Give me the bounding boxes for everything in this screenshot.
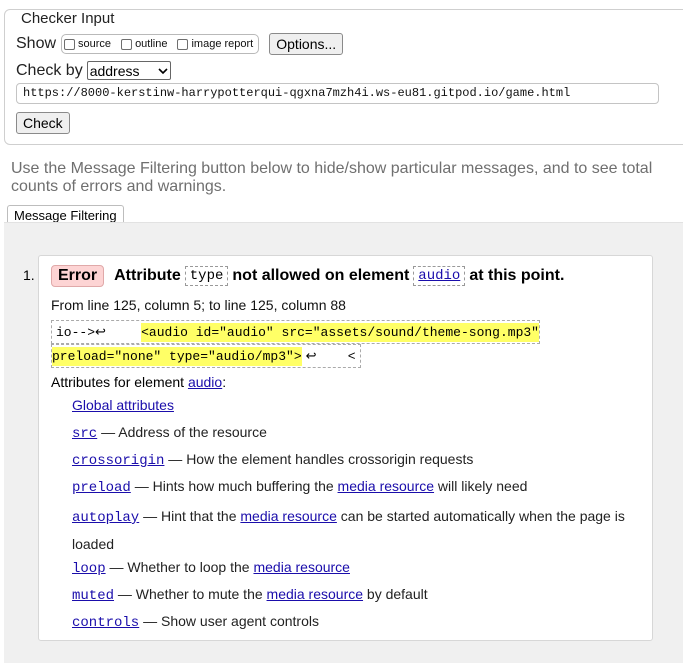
attribute-item-muted: muted — Whether to mute the media resour…: [72, 584, 632, 611]
image-report-checkbox[interactable]: [177, 38, 189, 50]
show-label: Show: [16, 35, 57, 52]
options-button[interactable]: Options...: [269, 33, 344, 55]
check-by-label: Check by: [16, 61, 83, 79]
check-by-row: Check by address: [16, 61, 171, 80]
image-report-option[interactable]: image report: [177, 38, 253, 50]
attribute-item-preload: preload — Hints how much buffering the m…: [72, 476, 632, 503]
help-text: Use the Message Filtering button below t…: [11, 160, 653, 195]
check-by-value: address: [89, 62, 140, 79]
message-text-3: at this point.: [469, 267, 565, 284]
crossorigin-link[interactable]: crossorigin: [72, 453, 164, 469]
src-link[interactable]: src: [72, 426, 97, 442]
controls-link[interactable]: controls: [72, 615, 139, 631]
media-resource-link[interactable]: media resource: [253, 559, 350, 575]
outline-option[interactable]: outline: [121, 38, 167, 50]
attributes-intro-text: Attributes for element: [51, 374, 188, 390]
loop-link[interactable]: loop: [72, 561, 106, 577]
check-button[interactable]: Check: [16, 112, 70, 134]
attribute-item-crossorigin: crossorigin — How the element handles cr…: [72, 449, 632, 476]
loop-desc: — Whether to loop the: [105, 559, 254, 575]
muted-desc: — Whether to mute the: [114, 586, 267, 602]
extract-highlight-1: <audio id="audio" src="assets/sound/them…: [141, 322, 539, 342]
media-resource-link[interactable]: media resource: [240, 508, 337, 524]
attributes-intro-colon: :: [222, 374, 227, 390]
error-message-card: Error Attribute type not allowed on elem…: [38, 255, 653, 641]
preload-desc: — Hints how much buffering the: [130, 478, 338, 494]
message-text-1: Attribute: [114, 267, 181, 284]
media-resource-link[interactable]: media resource: [338, 478, 435, 494]
check-by-select[interactable]: address: [86, 61, 171, 80]
attribute-item-src: src — Address of the resource: [72, 422, 632, 449]
muted-link[interactable]: muted: [72, 588, 114, 604]
source-option-label: source: [78, 38, 112, 50]
source-checkbox[interactable]: [64, 38, 76, 50]
url-input[interactable]: https://8000-kerstinw-harrypotterqui-qgx…: [16, 83, 659, 104]
show-options-group: source outline image report: [61, 34, 260, 54]
autoplay-link[interactable]: autoplay: [72, 510, 139, 526]
message-location: From line 125, column 5; to line 125, co…: [51, 297, 346, 313]
global-attributes-link[interactable]: Global attributes: [72, 397, 174, 413]
message-heading: Error Attribute type not allowed on elem…: [51, 265, 564, 287]
preload-desc-2: will likely need: [434, 478, 528, 494]
attribute-code: type: [184, 266, 229, 286]
outline-checkbox[interactable]: [121, 38, 133, 50]
controls-desc: — Show user agent controls: [139, 613, 319, 629]
source-extract-line-1: io-->↩ <audio id="audio" src="assets/sou…: [51, 320, 540, 344]
source-extract-line-2: preload="none" type="audio/mp3"> ↩ <: [51, 344, 361, 368]
show-row: Show source outline image report Options…: [16, 33, 344, 55]
checker-input-legend: Checker Input: [19, 10, 117, 27]
attribute-item-loop: loop — Whether to loop the media resourc…: [72, 557, 632, 584]
error-badge: Error: [51, 265, 105, 287]
image-report-option-label: image report: [191, 38, 254, 50]
muted-desc-2: by default: [363, 586, 428, 602]
message-number: 1.: [23, 267, 35, 283]
source-option[interactable]: source: [64, 38, 111, 50]
src-desc: — Address of the resource: [97, 424, 267, 440]
message-text-2: not allowed on element: [232, 267, 410, 284]
preload-link[interactable]: preload: [72, 480, 131, 496]
media-resource-link[interactable]: media resource: [267, 586, 364, 602]
chevron-down-icon: [158, 67, 168, 74]
attributes-element-link[interactable]: audio: [188, 374, 222, 390]
attribute-item-controls: controls — Show user agent controls: [72, 611, 632, 638]
extract-highlight-2: preload="none" type="audio/mp3">: [52, 346, 302, 366]
attributes-list: Global attributes src — Address of the r…: [72, 395, 632, 638]
extract-pre: io-->↩: [56, 324, 138, 340]
attributes-intro: Attributes for element audio:: [51, 374, 226, 390]
crossorigin-desc: — How the element handles crossorigin re…: [164, 451, 474, 467]
element-code-link[interactable]: audio: [413, 266, 466, 286]
results-panel: 1. Error Attribute type not allowed on e…: [4, 222, 683, 663]
outline-option-label: outline: [135, 38, 168, 50]
attribute-item-autoplay: autoplay — Hint that the media resource …: [72, 503, 632, 557]
autoplay-desc: — Hint that the: [139, 508, 241, 524]
attribute-item-global: Global attributes: [72, 395, 632, 422]
extract-post: ↩ <: [305, 348, 356, 364]
